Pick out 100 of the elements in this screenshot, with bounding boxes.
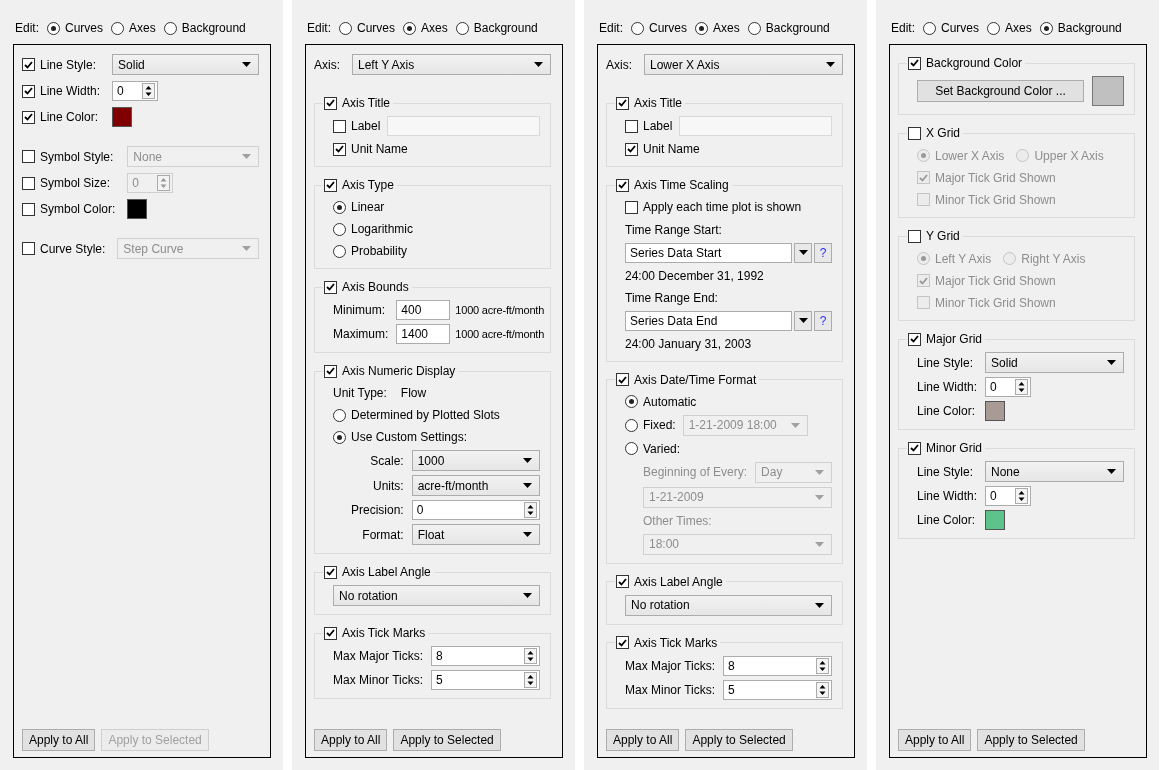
radio-option[interactable]: Logarithmic [333, 220, 414, 238]
spin-box[interactable]: 5 [723, 679, 832, 700]
checkbox[interactable]: Background Color [908, 54, 1023, 72]
radio-option[interactable]: Background [455, 19, 538, 37]
apply-button[interactable]: Apply to Selected [977, 729, 1085, 751]
radio-option[interactable]: Background [747, 19, 830, 37]
checkbox[interactable]: Axis Tick Marks [324, 624, 426, 642]
number-field[interactable]: 400 [396, 300, 451, 320]
radio-option[interactable]: Varied: [625, 439, 681, 458]
caret-icon [826, 62, 835, 67]
dropdown-button[interactable] [794, 310, 812, 331]
caret-icon [815, 602, 824, 608]
field-label: Maximum: [333, 326, 389, 343]
caret-icon [242, 62, 251, 67]
dropdown[interactable]: No rotation [625, 594, 832, 616]
help-button[interactable]: ? [814, 242, 832, 263]
color-swatch[interactable] [985, 401, 1006, 421]
dropdown[interactable]: None [985, 461, 1124, 482]
radio-option[interactable]: Probability [333, 242, 408, 260]
radio-option[interactable]: Axes [111, 19, 156, 37]
radio-option[interactable]: Use Custom Settings: [333, 428, 468, 446]
checkbox[interactable]: Axis Type [324, 176, 394, 194]
dropdown[interactable]: Left Y Axis [352, 54, 551, 75]
dropdown[interactable]: Float [411, 524, 540, 545]
checkbox[interactable]: Axis Title [324, 94, 390, 112]
checkbox[interactable]: Major Grid [908, 330, 982, 348]
checkbox[interactable]: Axis Bounds [324, 278, 409, 296]
radio-option[interactable]: Determined by Plotted Slots [333, 406, 500, 424]
checkbox[interactable]: Axis Numeric Display [324, 362, 456, 380]
checkbox[interactable]: Unit Name [625, 140, 700, 158]
checkbox[interactable]: Label [333, 117, 381, 135]
checkbox[interactable]: Label [625, 117, 673, 135]
radio-option[interactable]: Axes [403, 19, 448, 37]
number-field[interactable]: 1400 [396, 324, 451, 344]
dropdown[interactable]: Solid [985, 352, 1124, 373]
color-swatch[interactable] [112, 107, 133, 127]
dropdown-button[interactable] [794, 242, 812, 263]
radio-option[interactable]: Linear [333, 198, 385, 216]
caret-icon [242, 246, 251, 251]
caret-icon [815, 541, 824, 547]
combo-field[interactable]: Series Data Start [625, 242, 792, 263]
field-label: Max Minor Ticks: [625, 681, 715, 699]
unit-label: 1000 acre-ft/month [455, 327, 545, 342]
combo-field[interactable]: Series Data End [625, 310, 792, 331]
spin-box[interactable]: 0 [411, 500, 540, 520]
caret-icon [790, 422, 800, 428]
spin-box[interactable]: 8 [723, 655, 832, 676]
apply-button[interactable]: Apply to All [314, 729, 388, 751]
spin-arrows-icon [816, 657, 829, 674]
dropdown[interactable]: No rotation [333, 585, 540, 606]
radio-option[interactable]: Curves [339, 19, 396, 37]
checkbox[interactable]: Axis Time Scaling [616, 176, 729, 194]
checkbox[interactable]: Axis Label Angle [616, 572, 723, 591]
dropdown[interactable]: acre-ft/month [411, 475, 540, 496]
radio-option[interactable]: Automatic [625, 392, 697, 411]
spin-box[interactable]: 5 [431, 670, 540, 690]
radio-option[interactable]: Curves [631, 19, 688, 37]
apply-button[interactable]: Apply to All [898, 729, 972, 751]
checkbox[interactable]: Unit Name [333, 140, 408, 158]
apply-button[interactable]: Apply to Selected [393, 729, 501, 751]
radio-option[interactable]: Background [1039, 19, 1122, 37]
checkbox[interactable]: Apply each time plot is shown [625, 198, 802, 216]
checkbox[interactable]: Line Style: [22, 55, 101, 74]
checkbox[interactable]: Axis Tick Marks [616, 633, 718, 652]
color-swatch[interactable] [127, 199, 148, 219]
spin-box[interactable]: 0 [112, 81, 159, 101]
checkbox[interactable]: Minor Grid [908, 439, 982, 457]
radio-option[interactable]: Curves [47, 19, 104, 37]
radio-option[interactable]: Background [163, 19, 246, 37]
checkbox[interactable]: Line Color: [22, 108, 101, 126]
caret-icon [815, 469, 824, 475]
spin-box[interactable]: 8 [431, 646, 540, 666]
apply-button[interactable]: Apply to All [22, 729, 96, 751]
color-swatch[interactable] [985, 510, 1006, 530]
checkbox[interactable]: Y Grid [908, 227, 960, 245]
checkbox[interactable]: Axis Title [616, 94, 682, 112]
edit-label: Edit: [891, 21, 915, 35]
radio-option[interactable]: Axes [987, 19, 1032, 37]
radio-option[interactable]: Axes [695, 19, 740, 37]
help-button[interactable]: ? [814, 310, 832, 331]
checkbox[interactable]: Axis Label Angle [324, 563, 431, 581]
dropdown[interactable]: Lower X Axis [644, 54, 843, 75]
radio-option[interactable]: Fixed: [625, 416, 676, 434]
caret-icon [798, 318, 808, 323]
checkbox[interactable]: X Grid [908, 124, 960, 142]
caret-icon [798, 250, 808, 255]
apply-button[interactable]: Apply to All [606, 729, 680, 751]
dropdown[interactable]: 1000 [411, 450, 540, 471]
color-swatch[interactable] [1092, 76, 1124, 106]
apply-button[interactable]: Apply to Selected [685, 729, 793, 751]
spin-box[interactable]: 0 [985, 486, 1032, 506]
dropdown[interactable]: Solid [112, 54, 259, 75]
checkbox[interactable]: Axis Date/Time Format [616, 370, 757, 389]
radio-option[interactable]: Curves [923, 19, 980, 37]
checkbox[interactable]: Symbol Color: [22, 200, 116, 218]
set-color-button[interactable]: Set Background Color ... [917, 80, 1084, 102]
spin-arrows-icon [157, 175, 171, 191]
checkbox[interactable]: Line Width: [22, 82, 101, 100]
spin-box[interactable]: 0 [985, 377, 1032, 397]
caret-icon [523, 532, 532, 537]
